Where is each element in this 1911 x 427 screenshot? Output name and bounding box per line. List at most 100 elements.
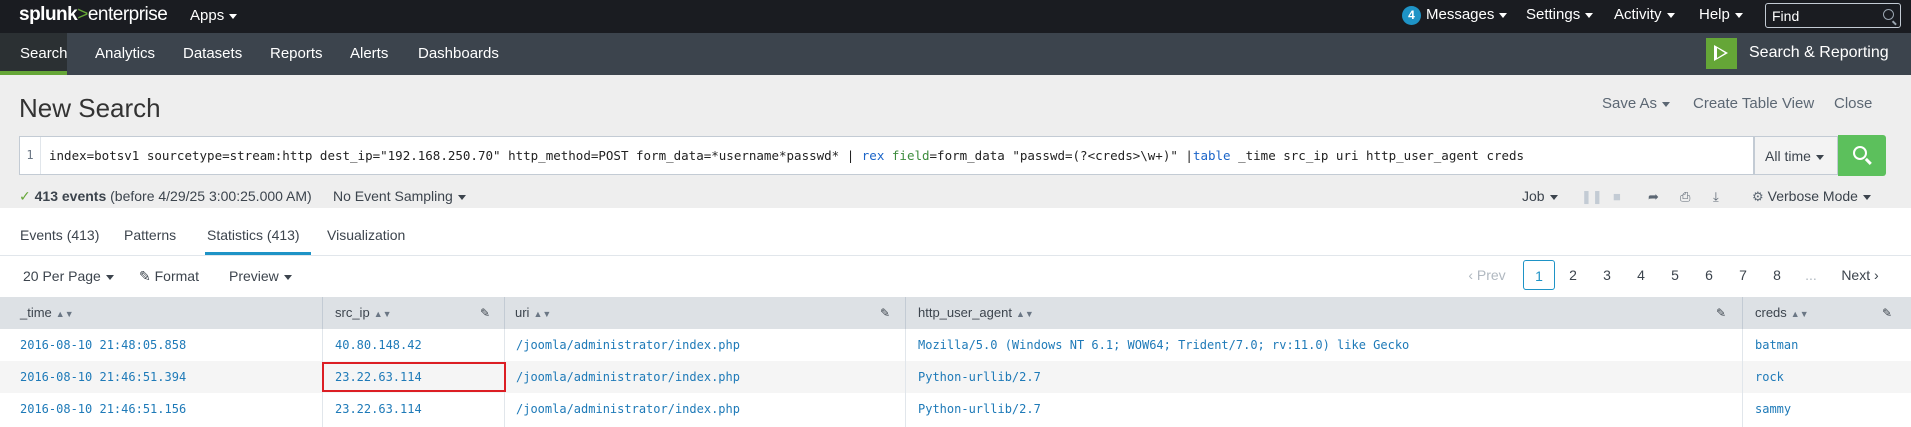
edit-column-icon[interactable]: ✎: [1716, 306, 1726, 320]
tab-events[interactable]: Events (413): [20, 227, 99, 243]
chevron-down-icon: [1815, 154, 1824, 160]
help-menu[interactable]: Help: [1699, 6, 1743, 23]
column-header-uri[interactable]: uri ▲▼: [515, 305, 551, 320]
nav-item-analytics[interactable]: Analytics: [95, 45, 155, 62]
top-bar: splunk>enterprise Apps 4 Messages Setting…: [0, 0, 1911, 33]
chevron-down-icon: [1499, 12, 1508, 18]
nav-item-alerts[interactable]: Alerts: [350, 45, 388, 62]
format-button[interactable]: ✎ Format: [139, 268, 199, 285]
column-header-creds[interactable]: creds ▲▼: [1755, 305, 1809, 320]
events-count: 413 events: [34, 188, 107, 204]
tab-patterns[interactable]: Patterns: [124, 227, 176, 243]
stop-icon[interactable]: ■: [1613, 189, 1621, 204]
nav-item-reports[interactable]: Reports: [270, 45, 323, 62]
query-segment: =form_data "passwd=(?<creds>\w+)" |: [929, 148, 1193, 163]
column-header-time[interactable]: _time ▲▼: [20, 305, 74, 320]
find-input[interactable]: Find: [1765, 3, 1901, 28]
per-page-dropdown[interactable]: 20 Per Page: [23, 268, 114, 284]
search-query-input[interactable]: 1 index=botsv1 sourcetype=stream:http de…: [19, 136, 1754, 175]
create-table-view-button[interactable]: Create Table View: [1693, 95, 1814, 112]
chevron-down-icon: [1862, 194, 1871, 200]
job-label: Job: [1522, 188, 1545, 204]
cell-uri[interactable]: /joomla/administrator/index.php: [516, 370, 740, 384]
cell-creds[interactable]: rock: [1755, 370, 1784, 384]
app-name[interactable]: Search & Reporting: [1749, 44, 1889, 62]
cell-creds[interactable]: batman: [1755, 338, 1798, 352]
cell-time[interactable]: 2016-08-10 21:46:51.156: [20, 402, 186, 416]
edit-column-icon[interactable]: ✎: [880, 306, 890, 320]
help-label: Help: [1699, 6, 1730, 23]
chevron-left-icon: ‹: [1468, 267, 1473, 283]
cell-creds[interactable]: sammy: [1755, 402, 1791, 416]
nav-item-datasets[interactable]: Datasets: [183, 45, 242, 62]
messages-count-badge: 4: [1402, 6, 1421, 25]
page-button-4[interactable]: 4: [1626, 260, 1656, 290]
cell-http-user-agent[interactable]: Mozilla/5.0 (Windows NT 6.1; WOW64; Trid…: [918, 338, 1409, 352]
page-button-8[interactable]: 8: [1762, 260, 1792, 290]
search-icon: [1853, 146, 1867, 160]
preview-dropdown[interactable]: Preview: [229, 268, 292, 284]
nav-item-search[interactable]: Search: [20, 45, 68, 62]
splunk-logo[interactable]: splunk>enterprise: [19, 4, 168, 26]
logo-product: enterprise: [87, 4, 168, 25]
pencil-icon: ✎: [139, 268, 151, 284]
line-number: 1: [20, 137, 41, 174]
save-as-button[interactable]: Save As: [1602, 95, 1671, 112]
tab-visualization[interactable]: Visualization: [327, 227, 405, 243]
apps-menu[interactable]: Apps: [190, 7, 238, 24]
page-button-5[interactable]: 5: [1660, 260, 1690, 290]
query-text[interactable]: index=botsv1 sourcetype=stream:http dest…: [49, 148, 1524, 163]
job-menu[interactable]: Job: [1522, 188, 1558, 204]
cell-uri[interactable]: /joomla/administrator/index.php: [516, 338, 740, 352]
page-button-1[interactable]: 1: [1523, 260, 1555, 290]
print-icon[interactable]: ⎙: [1680, 189, 1690, 205]
column-header-http-user-agent[interactable]: http_user_agent ▲▼: [918, 305, 1034, 320]
search-mode-menu[interactable]: ⚙ Verbose Mode: [1752, 188, 1871, 205]
cell-src-ip[interactable]: 23.22.63.114: [335, 402, 422, 416]
search-button[interactable]: [1838, 135, 1886, 176]
chevron-down-icon: [1734, 12, 1743, 18]
cell-http-user-agent[interactable]: Python-urllib/2.7: [918, 402, 1041, 416]
column-divider: [322, 297, 323, 329]
page-button-3[interactable]: 3: [1592, 260, 1622, 290]
prev-label: Prev: [1476, 267, 1506, 283]
cell-http-user-agent[interactable]: Python-urllib/2.7: [918, 370, 1041, 384]
messages-label: Messages: [1426, 6, 1495, 23]
tab-statistics[interactable]: Statistics (413): [207, 227, 300, 243]
chevron-down-icon: [457, 194, 466, 200]
close-button[interactable]: Close: [1834, 95, 1872, 112]
chevron-down-icon: [105, 274, 114, 280]
page-button-2[interactable]: 2: [1558, 260, 1588, 290]
time-range-picker[interactable]: All time: [1754, 136, 1838, 175]
next-page-button[interactable]: Next ›: [1835, 260, 1885, 290]
cell-src-ip[interactable]: 40.80.148.42: [335, 338, 422, 352]
events-detail: (before 4/29/25 3:00:25.000 AM): [110, 188, 312, 204]
page-button-7[interactable]: 7: [1728, 260, 1758, 290]
save-as-label: Save As: [1602, 95, 1658, 112]
cell-uri[interactable]: /joomla/administrator/index.php: [516, 402, 740, 416]
event-sampling-dropdown[interactable]: No Event Sampling: [333, 188, 466, 204]
query-command-table: table: [1192, 148, 1231, 163]
edit-column-icon[interactable]: ✎: [480, 306, 490, 320]
active-tab-indicator: [205, 252, 311, 255]
edit-column-icon[interactable]: ✎: [1882, 306, 1892, 320]
settings-menu[interactable]: Settings: [1526, 6, 1594, 23]
column-header-src-ip[interactable]: src_ip ▲▼: [335, 305, 392, 320]
nav-item-dashboards[interactable]: Dashboards: [418, 45, 499, 62]
pause-icon[interactable]: ❚❚: [1581, 189, 1603, 205]
chevron-down-icon: [1549, 194, 1558, 200]
page-button-6[interactable]: 6: [1694, 260, 1724, 290]
cell-time[interactable]: 2016-08-10 21:46:51.394: [20, 370, 186, 384]
chevron-down-icon: [1666, 12, 1675, 18]
messages-menu[interactable]: 4 Messages: [1402, 6, 1508, 25]
activity-menu[interactable]: Activity: [1614, 6, 1675, 23]
app-logo-icon[interactable]: [1706, 38, 1737, 69]
prev-page-button[interactable]: ‹ Prev: [1462, 260, 1512, 290]
share-icon[interactable]: ➦: [1648, 189, 1659, 205]
activity-label: Activity: [1614, 6, 1662, 23]
cell-time[interactable]: 2016-08-10 21:48:05.858: [20, 338, 186, 352]
query-segment: _time src_ip uri http_user_agent creds: [1230, 148, 1525, 163]
export-icon[interactable]: ⤓: [1713, 189, 1719, 205]
column-label: _time: [20, 305, 52, 320]
page-ellipsis: ...: [1805, 267, 1817, 283]
